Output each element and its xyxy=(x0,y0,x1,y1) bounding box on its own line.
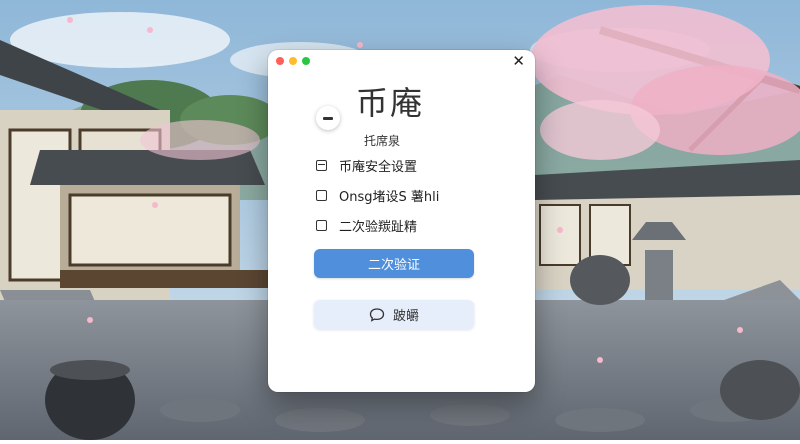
dialog-window: ✕ 币庵 托席泉 币庵安全设置 Onsg堵设S 薯hli 二次验羰趾精 二次验证… xyxy=(268,50,535,392)
option-1-label: 币庵安全设置 xyxy=(339,160,418,175)
option-3[interactable]: 二次验羰趾精 xyxy=(316,216,417,235)
chat-bubble-icon xyxy=(369,307,385,322)
dialog-title: 币庵 xyxy=(356,84,425,122)
checkbox-3[interactable] xyxy=(316,220,327,231)
option-3-label: 二次验羰趾精 xyxy=(339,220,418,235)
close-icon[interactable]: ✕ xyxy=(512,54,525,69)
zoom-window-button[interactable] xyxy=(302,57,310,65)
two-step-verify-label: 二次验证 xyxy=(367,258,420,273)
two-step-verify-button[interactable]: 二次验证 xyxy=(314,249,474,278)
checkbox-1[interactable] xyxy=(316,160,327,171)
app-icon xyxy=(316,106,340,130)
feedback-button[interactable]: 跛皭 xyxy=(314,300,474,329)
feedback-label: 跛皭 xyxy=(392,309,419,324)
option-2-label: Onsg堵设S 薯hli xyxy=(339,190,440,205)
minimize-window-button[interactable] xyxy=(289,57,297,65)
checkbox-2[interactable] xyxy=(316,190,327,201)
option-1[interactable]: 币庵安全设置 xyxy=(316,156,417,175)
window-controls xyxy=(276,57,310,65)
close-window-button[interactable] xyxy=(276,57,284,65)
option-2[interactable]: Onsg堵设S 薯hli xyxy=(316,186,439,205)
dialog-subtitle: 托席泉 xyxy=(364,134,401,148)
